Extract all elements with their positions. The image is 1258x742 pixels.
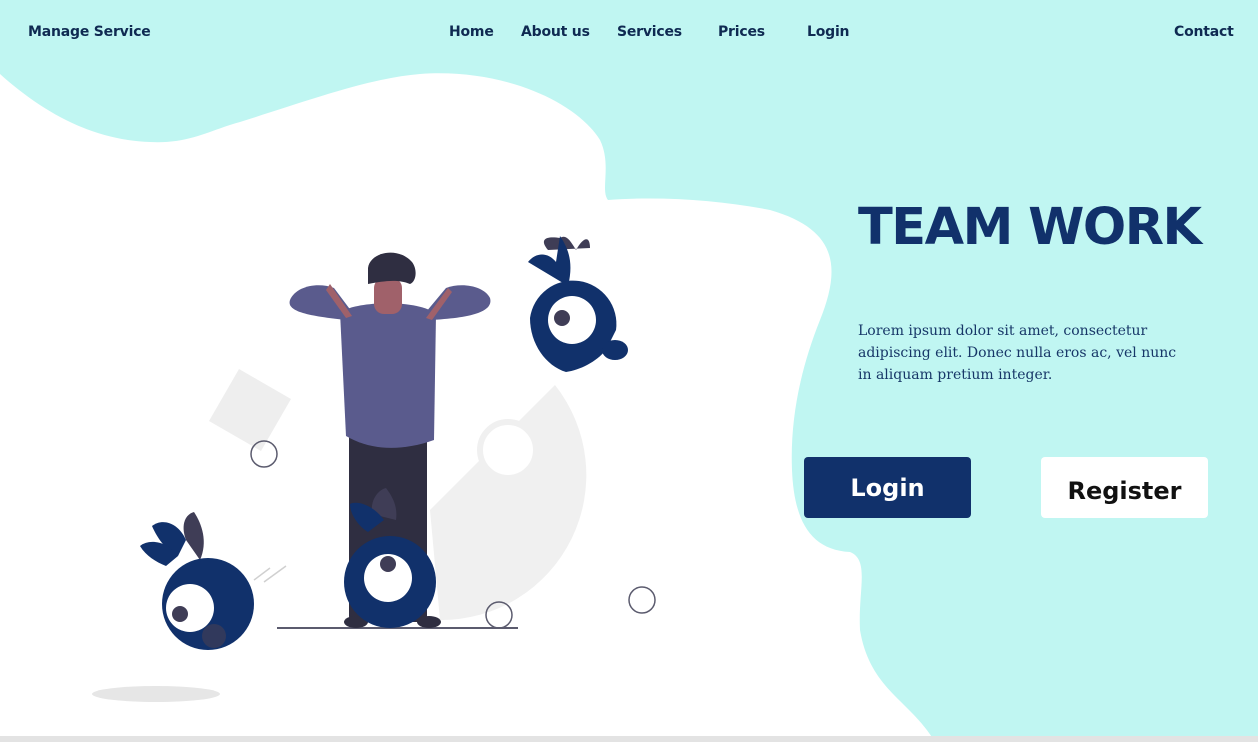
nav-link-contact[interactable]: Contact (1174, 24, 1234, 40)
landing-page: Manage Service Home About us Services Pr… (0, 0, 1258, 742)
nav-link-login[interactable]: Login (807, 24, 850, 40)
bottom-edge (0, 736, 1258, 742)
nav-link-services[interactable]: Services (617, 24, 682, 40)
nav-link-home[interactable]: Home (449, 24, 494, 40)
top-navigation: Manage Service Home About us Services Pr… (0, 0, 1258, 66)
hero-description: Lorem ipsum dolor sit amet, consectetur … (858, 323, 1177, 383)
hero-title: TEAM WORK (858, 198, 1202, 257)
brand-logo[interactable]: Manage Service (28, 24, 151, 40)
register-button[interactable]: Register (1041, 457, 1208, 518)
nav-link-about-us[interactable]: About us (521, 24, 590, 40)
nav-link-prices[interactable]: Prices (718, 24, 765, 40)
login-button[interactable]: Login (804, 457, 971, 518)
